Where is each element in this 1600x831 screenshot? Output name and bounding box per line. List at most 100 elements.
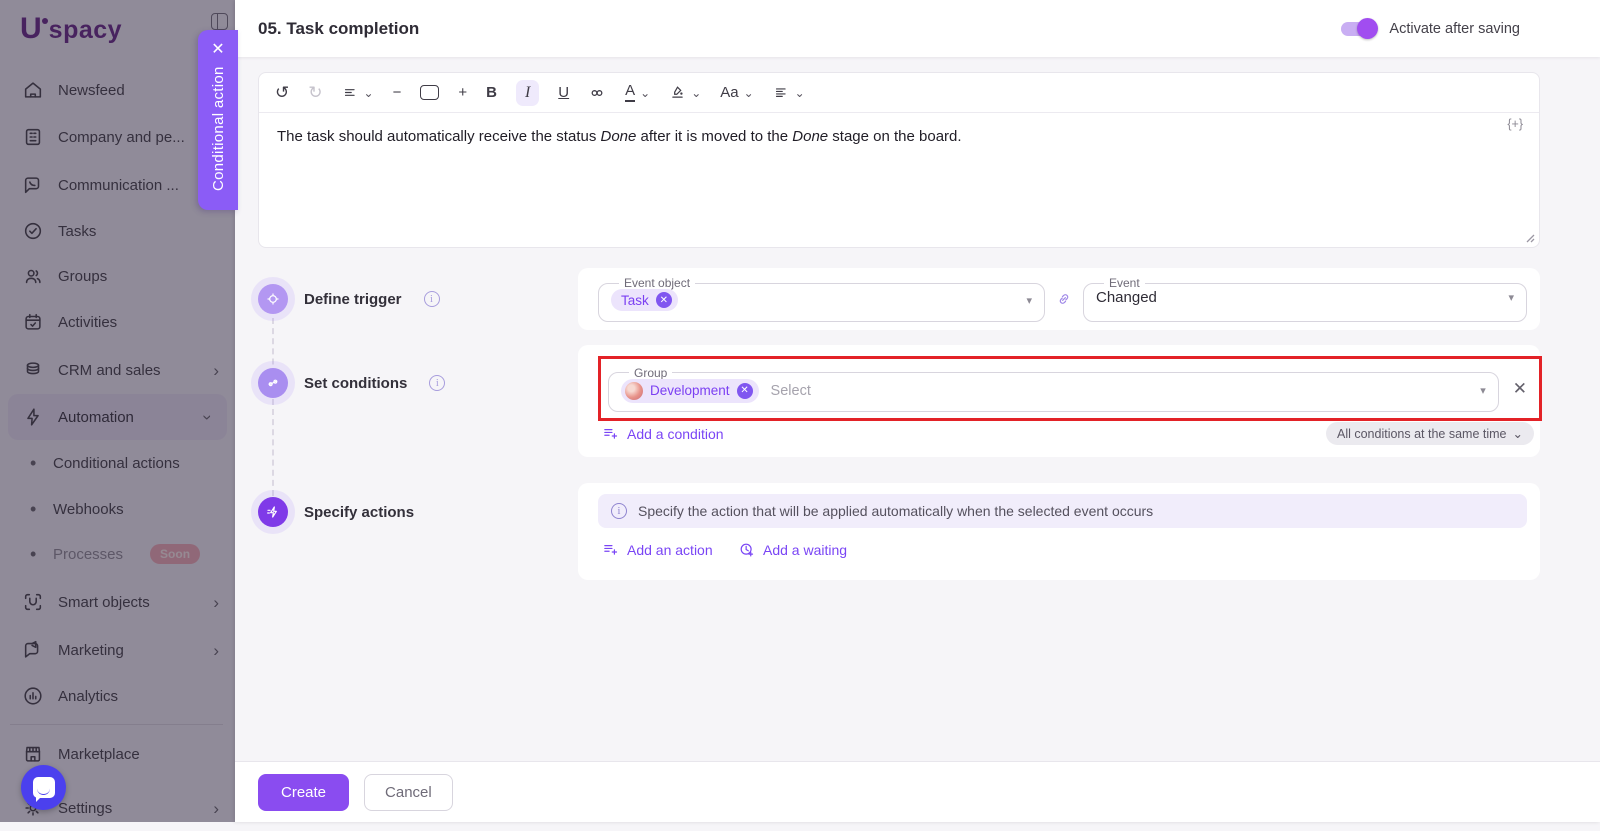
redo-button[interactable]: ↻ [308,83,322,103]
editor-text-italic: Done [601,128,637,145]
caret-down-icon: ⌄ [640,86,650,100]
chip-label: Development [650,383,730,398]
bold-button[interactable]: B [486,84,497,101]
info-icon: i [611,503,627,519]
drawer-tab-label: Conditional action [210,60,227,198]
caret-down-icon: ⌄ [691,86,701,100]
event-select[interactable]: Event Changed ▾ [1083,276,1527,322]
chip-remove-icon[interactable]: ✕ [737,383,753,399]
chat-launcher-button[interactable] [21,765,66,810]
conditions-step-icon [258,368,288,398]
add-action-label: Add an action [627,542,713,558]
steps-connector [272,318,274,496]
event-object-label: Event object [619,276,695,290]
panel-header: 05. Task completion Activate after savin… [235,0,1600,57]
conditions-mode-label: All conditions at the same time [1337,427,1507,441]
conditional-action-panel: 05. Task completion Activate after savin… [235,0,1600,822]
group-label: Group [629,366,672,380]
activate-toggle[interactable] [1341,22,1376,36]
actions-card: i Specify the action that will be applie… [578,483,1540,580]
add-condition-label: Add a condition [627,426,724,442]
step-label: Define trigger [304,291,402,308]
panel-footer: Create Cancel [235,761,1600,822]
conditions-mode-dropdown[interactable]: All conditions at the same time ⌄ [1326,422,1534,445]
page-title: 05. Task completion [258,19,419,39]
caret-down-icon: ⌄ [795,86,805,100]
editor-content[interactable]: The task should automatically receive th… [259,113,1539,148]
actions-info-banner: i Specify the action that will be applie… [598,494,1527,528]
align-button[interactable]: ⌄ [773,84,805,101]
activate-toggle-label: Activate after saving [1389,21,1520,37]
font-color-button[interactable]: A ⌄ [625,83,650,102]
conditions-card: Group Development ✕ Select ▾ ✕ Add a con… [578,345,1540,457]
clock-icon [738,541,755,558]
editor-text: after it is moved to the [636,128,792,145]
trigger-card: Event object Task ✕ ▾ Event Changed ▾ [578,268,1540,330]
add-action-link[interactable]: Add an action [602,541,713,558]
group-select[interactable]: Group Development ✕ Select ▾ [608,366,1499,412]
highlighted-condition-region: Group Development ✕ Select ▾ ✕ [598,356,1542,421]
chip-remove-icon[interactable]: ✕ [656,292,672,308]
development-chip: Development ✕ [621,379,759,403]
event-label: Event [1104,276,1145,290]
caret-down-icon: ⌄ [1513,426,1523,441]
line-spacing-icon [342,84,359,101]
link-icon [588,84,606,102]
conditional-action-drawer-tab[interactable]: ✕ Conditional action [198,30,238,210]
editor-text-italic: Done [792,128,828,145]
info-icon[interactable]: i [424,291,440,307]
font-color-icon: A [625,83,635,102]
step-label: Set conditions [304,375,407,392]
link-button[interactable] [588,84,606,102]
create-button[interactable]: Create [258,774,349,811]
task-chip: Task ✕ [611,289,678,311]
text-case-icon: Aa [720,84,738,101]
editor-toolbar: ↺ ↻ ⌄ − + B I U A ⌄ ⌄ Aa [259,73,1539,113]
group-avatar [625,382,643,400]
add-waiting-link[interactable]: Add a waiting [738,541,847,558]
add-list-icon [602,425,619,442]
add-waiting-label: Add a waiting [763,542,847,558]
info-icon[interactable]: i [429,375,445,391]
cancel-button[interactable]: Cancel [364,774,453,811]
editor-text: The task should automatically receive th… [277,128,601,145]
actions-info-text: Specify the action that will be applied … [638,503,1153,519]
step-set-conditions: Set conditions i [258,368,445,398]
step-define-trigger: Define trigger i [258,284,440,314]
remove-condition-button[interactable]: ✕ [1513,379,1527,399]
align-left-icon [773,84,790,101]
step-label: Specify actions [304,504,414,521]
select-caret-icon: ▾ [1026,294,1032,307]
description-editor: ↺ ↻ ⌄ − + B I U A ⌄ ⌄ Aa [258,72,1540,248]
chat-bubble-icon [33,777,55,798]
insert-variable-button[interactable]: {+} [1507,117,1523,131]
chip-label: Task [621,293,649,308]
select-caret-icon: ▾ [1508,291,1514,304]
caret-down-icon: ⌄ [364,86,374,100]
select-placeholder: Select [771,383,811,399]
border-box-button[interactable] [420,85,439,100]
highlight-color-button[interactable]: ⌄ [669,84,701,101]
add-condition-link[interactable]: Add a condition [602,425,724,442]
caret-down-icon: ⌄ [744,86,754,100]
editor-text: stage on the board. [828,128,961,145]
border-box-icon [420,85,439,100]
highlight-icon [669,84,686,101]
event-object-select[interactable]: Event object Task ✕ ▾ [598,276,1045,322]
undo-button[interactable]: ↺ [275,83,289,103]
event-value: Changed [1096,289,1157,306]
add-list-icon [602,541,619,558]
select-caret-icon: ▾ [1480,384,1486,397]
toggle-knob [1357,18,1378,39]
decrease-button[interactable]: − [393,84,402,101]
line-spacing-button[interactable]: ⌄ [342,84,374,101]
text-case-button[interactable]: Aa ⌄ [720,84,753,101]
trigger-step-icon [258,284,288,314]
italic-button[interactable]: I [516,80,539,106]
link-fields-icon [1055,290,1073,308]
close-icon[interactable]: ✕ [207,40,228,60]
resize-handle[interactable] [1523,231,1535,243]
step-specify-actions: Specify actions [258,497,414,527]
increase-button[interactable]: + [458,84,467,101]
underline-button[interactable]: U [558,84,569,101]
